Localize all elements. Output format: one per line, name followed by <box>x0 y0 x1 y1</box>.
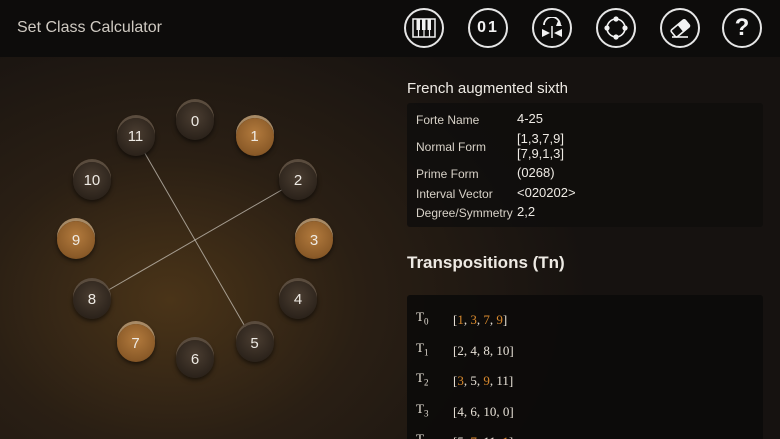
transposition-letter: T <box>416 431 424 439</box>
pitch-class-9[interactable]: 9 <box>57 221 95 259</box>
transposition-set: [5, 7, 11, 1] <box>453 434 513 439</box>
pitch-class-clock[interactable]: 0 1 2 3 4 5 6 7 8 9 10 11 <box>0 57 390 439</box>
pitch-class-5[interactable]: 5 <box>235 324 274 363</box>
transposition-index: 2 <box>423 377 429 388</box>
pitch-class-8[interactable]: 8 <box>72 280 111 319</box>
pitch-class-1[interactable]: 1 <box>235 117 274 156</box>
transposition-letter: T <box>416 400 424 416</box>
set-info-card: Forte Name 4-25 Normal Form [1,3,7,9] [7… <box>407 103 763 227</box>
set-member: 6 <box>470 403 477 419</box>
transposition-label: T0 <box>416 309 446 327</box>
pitch-class-6[interactable]: 6 <box>176 340 214 378</box>
pitch-class-11[interactable]: 11 <box>116 117 155 156</box>
degree-symmetry-label: Degree/Symmetry <box>416 206 513 220</box>
set-member: 11 <box>483 434 496 439</box>
set-member: 7 <box>483 312 490 327</box>
transposition-label: T1 <box>416 340 446 358</box>
set-member: 8 <box>483 342 490 358</box>
set-member: 9 <box>496 312 503 327</box>
transpositions-title: Transpositions (Tn) <box>407 253 565 272</box>
normal-form-label: Normal Form <box>416 140 487 154</box>
set-member: 3 <box>457 373 464 388</box>
circle-dots-icon <box>603 15 629 41</box>
set-member: 10 <box>483 403 497 419</box>
set-member: 4 <box>457 403 464 419</box>
transposition-set: [4, 6, 10, 0] <box>453 403 514 419</box>
transposition-label: T4 <box>416 431 446 439</box>
transposition-set: [3, 5, 9, 11] <box>453 373 514 388</box>
transposition-label: T3 <box>416 401 446 419</box>
set-member: 0 <box>502 403 510 419</box>
pitch-class-10[interactable]: 10 <box>72 161 111 200</box>
normal-form-value-2: [7,9,1,3] <box>517 146 564 161</box>
clear-button[interactable] <box>660 8 700 48</box>
transposition-index: 0 <box>423 316 429 327</box>
transposition-letter: T <box>416 339 424 355</box>
pitch-class-3[interactable]: 3 <box>295 221 333 259</box>
cycle-button[interactable] <box>596 8 636 48</box>
pitch-class-4[interactable]: 4 <box>279 280 318 319</box>
pitch-class-7[interactable]: 7 <box>116 324 155 363</box>
piano-keys-icon <box>412 18 436 38</box>
set-member: 7 <box>470 434 477 439</box>
set-member: 11 <box>496 373 509 388</box>
degree-symmetry-value: 2,2 <box>517 204 536 219</box>
help-label: ? <box>734 14 750 41</box>
interval-vector-value: <020202> <box>517 185 576 200</box>
pitch-class-0[interactable]: 0 <box>176 102 214 140</box>
transposition-set: [1, 3, 7, 9] <box>453 312 508 327</box>
set-member: 1 <box>457 312 464 327</box>
binary-button[interactable]: 01 <box>468 8 508 48</box>
forte-name-label: Forte Name <box>416 113 480 127</box>
mirror-inversion-icon <box>540 17 564 39</box>
set-member: 4 <box>470 342 477 358</box>
piano-keyboard-button[interactable] <box>404 8 444 48</box>
app-title: Set Class Calculator <box>17 19 162 36</box>
forte-name-value: 4-25 <box>517 111 544 126</box>
transposition-letter: T <box>416 309 424 324</box>
transposition-letter: T <box>416 370 424 385</box>
set-member: 1 <box>502 434 509 439</box>
prime-form-value: (0268) <box>517 165 555 180</box>
prime-form-label: Prime Form <box>416 167 479 181</box>
set-member: 5 <box>457 434 464 439</box>
interval-vector-label: Interval Vector <box>416 187 493 201</box>
inversion-button[interactable] <box>532 8 572 48</box>
transposition-index: 3 <box>423 408 429 419</box>
set-member: 3 <box>470 312 477 327</box>
transposition-label: T2 <box>416 370 446 388</box>
transpositions-list: T0 [1, 3, 7, 9] T1 [2, 4, 8, 10] T2 [3, 5, 9,… <box>407 295 763 439</box>
eraser-icon <box>668 17 692 39</box>
set-member: 2 <box>457 342 464 358</box>
normal-form-value: [1,3,7,9] <box>517 131 564 146</box>
help-button[interactable]: ? <box>722 8 762 48</box>
set-name: French augmented sixth <box>407 80 568 97</box>
binary-label: 01 <box>477 19 499 36</box>
transposition-set: [2, 4, 8, 10] <box>453 342 514 358</box>
transposition-index: 1 <box>423 347 429 358</box>
top-bar: Set Class Calculator 01 ? <box>0 0 780 57</box>
pitch-class-2[interactable]: 2 <box>279 161 318 200</box>
polygon-edge <box>91 180 299 300</box>
set-member: 5 <box>470 373 477 388</box>
set-member: 9 <box>483 373 490 388</box>
set-member: 10 <box>496 342 510 358</box>
